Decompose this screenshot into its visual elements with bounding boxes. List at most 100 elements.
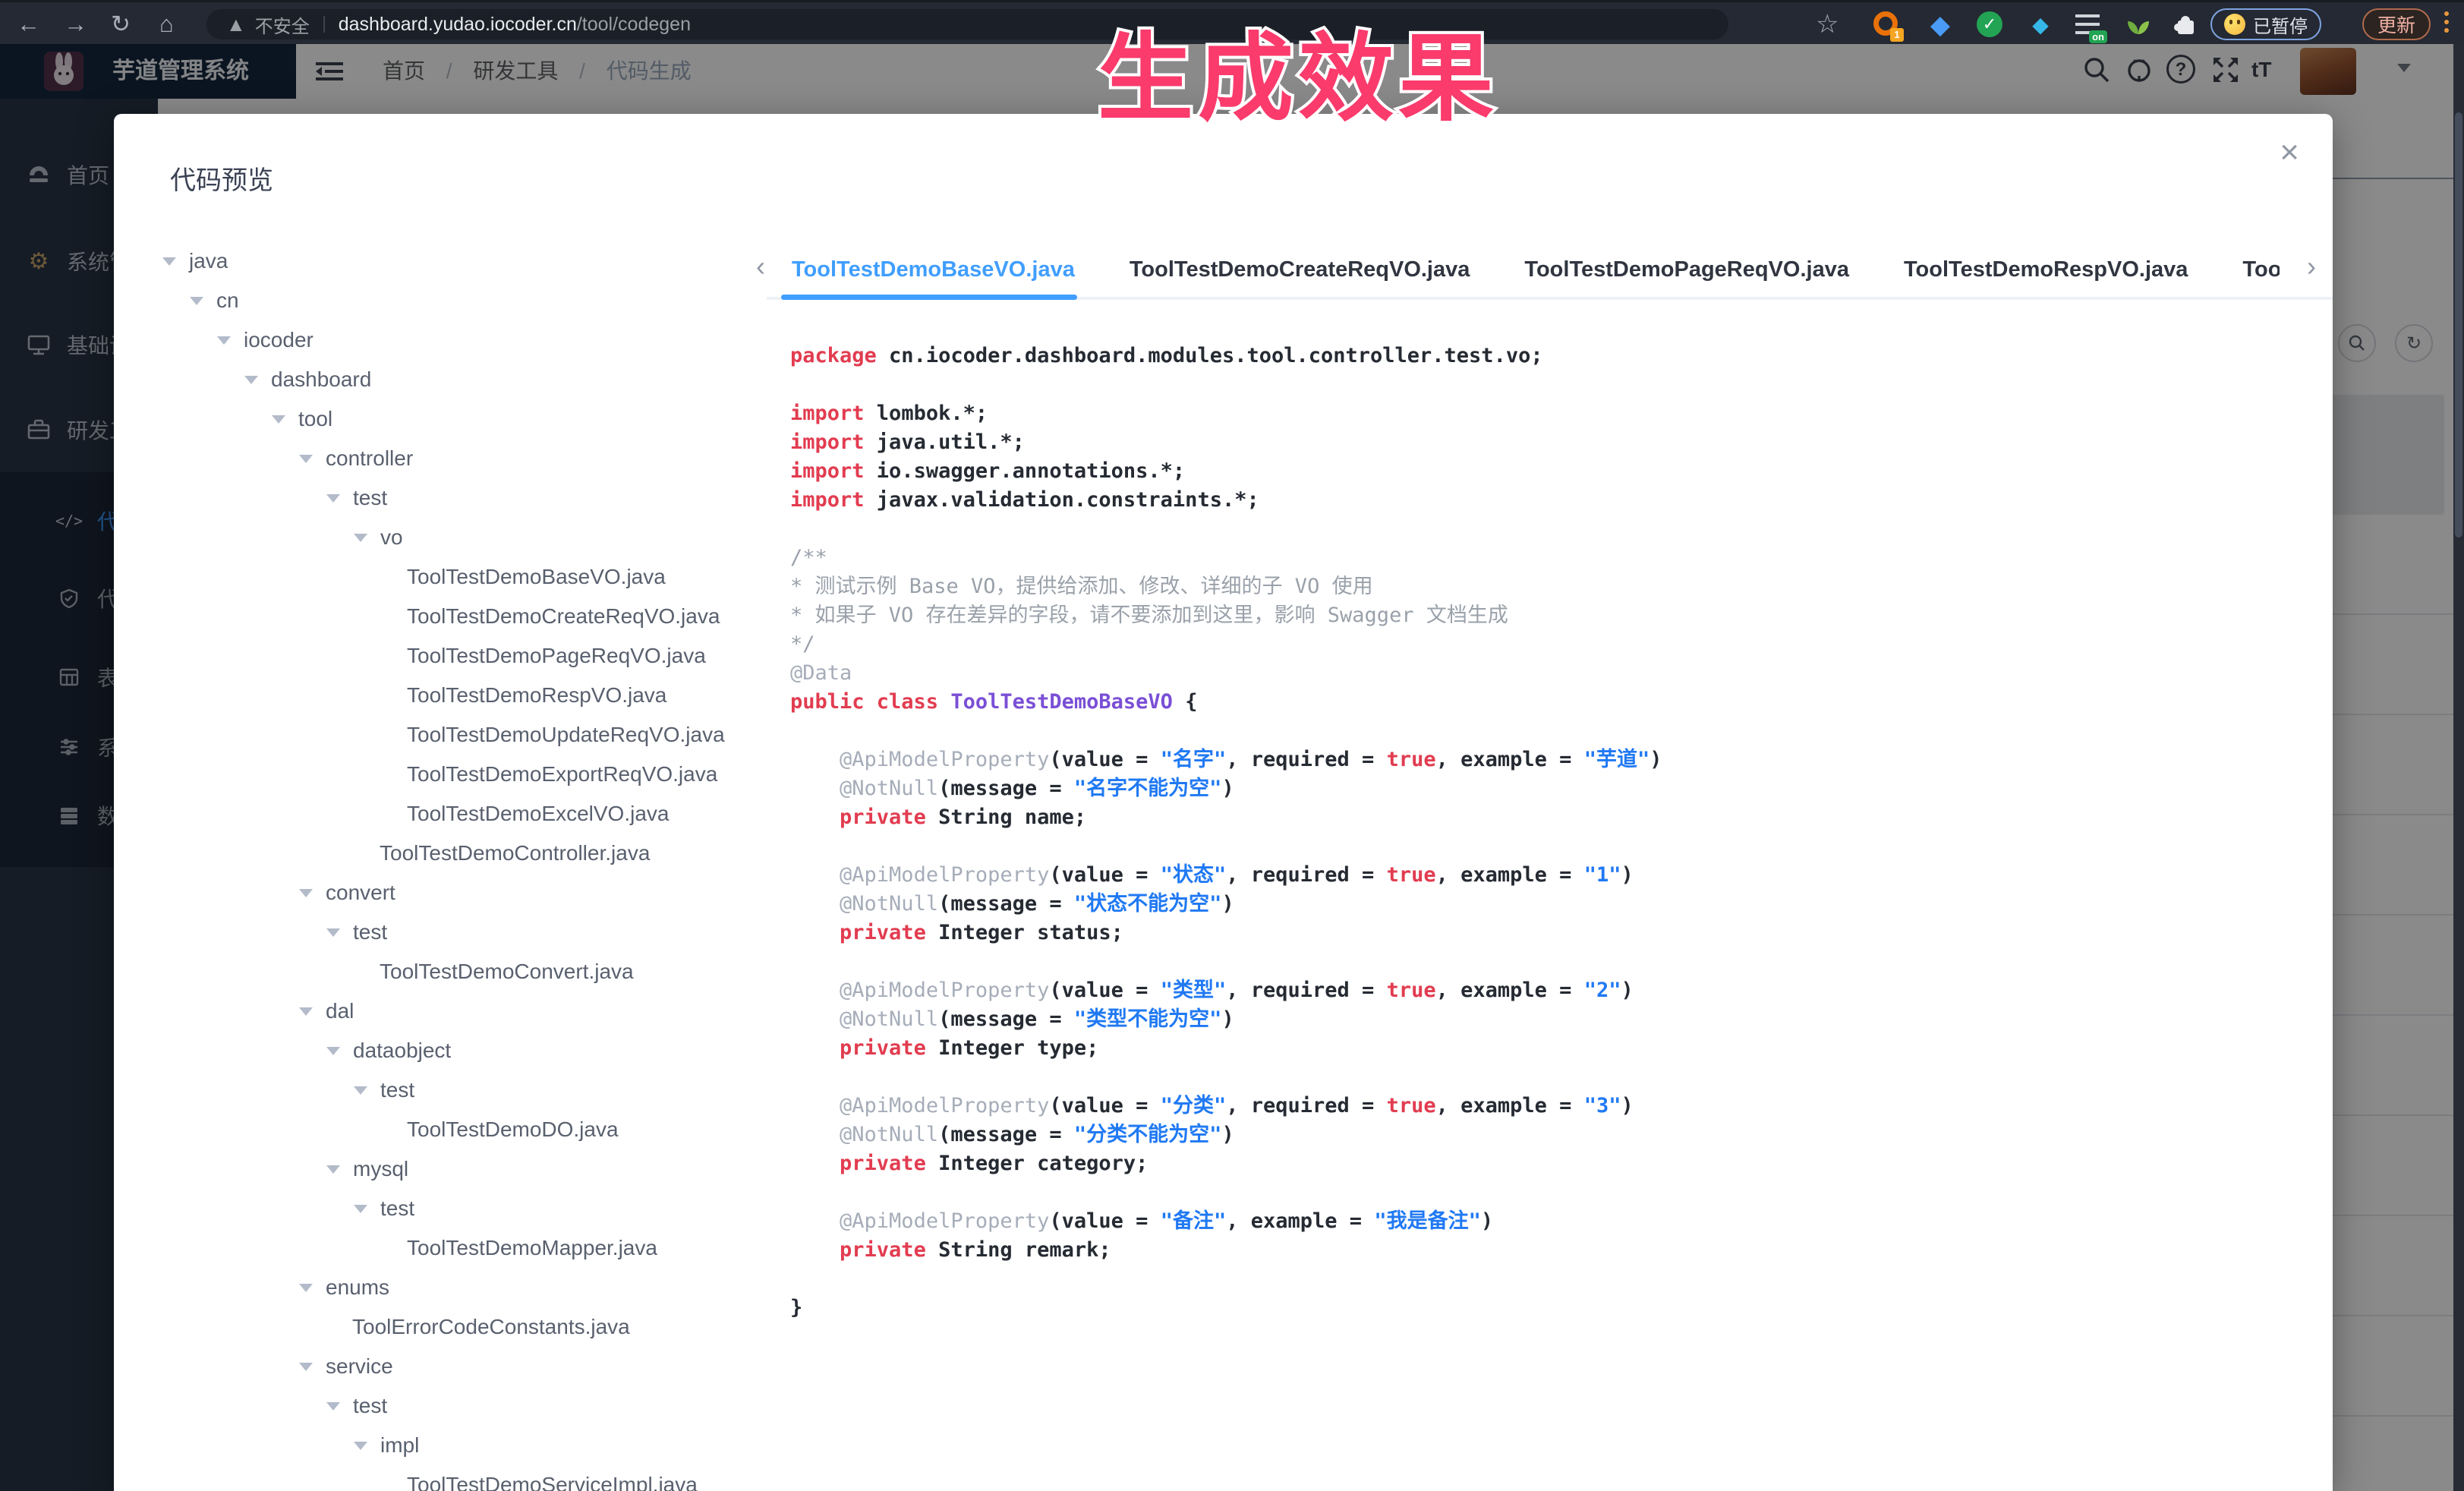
extension-ring-icon[interactable]: 1 xyxy=(1873,11,1901,39)
tab-file-0[interactable]: ToolTestDemoBaseVO.java xyxy=(792,257,1075,282)
tree-folder-test[interactable]: test xyxy=(114,1070,782,1110)
tree-folder-test[interactable]: test xyxy=(114,1386,782,1426)
tree-file-ToolTestDemoMapper.java[interactable]: ToolTestDemoMapper.java xyxy=(114,1228,782,1268)
browser-reload-icon[interactable]: ↻ xyxy=(111,2,131,46)
tree-file-ToolTestDemoServiceImpl.java[interactable]: ToolTestDemoServiceImpl.java xyxy=(114,1465,782,1491)
tab-file-3[interactable]: ToolTestDemoRespVO.java xyxy=(1904,257,2188,282)
annotation-text: 生成效果 xyxy=(934,2,1662,140)
tree-folder-enums[interactable]: enums xyxy=(114,1268,782,1307)
tree-node-label: test xyxy=(353,486,387,510)
tree-file-ToolTestDemoConvert.java[interactable]: ToolTestDemoConvert.java xyxy=(114,952,782,991)
tree-node-label: impl xyxy=(380,1433,419,1458)
browser-menu-icon[interactable] xyxy=(2444,11,2449,33)
tree-folder-java[interactable]: java xyxy=(114,241,782,281)
close-icon[interactable]: × xyxy=(2280,134,2299,172)
caret-down-icon[interactable] xyxy=(299,889,313,897)
code-line: import lombok.*; xyxy=(790,399,1662,428)
caret-down-icon[interactable] xyxy=(354,1442,367,1450)
tree-file-ToolTestDemoExportReqVO.java[interactable]: ToolTestDemoExportReqVO.java xyxy=(114,755,782,794)
caret-down-icon[interactable] xyxy=(244,376,258,384)
caret-down-icon[interactable] xyxy=(299,1284,313,1292)
code-line: import io.swagger.annotations.*; xyxy=(790,457,1662,486)
tree-folder-dataobject[interactable]: dataobject xyxy=(114,1031,782,1070)
code-line: @NotNull(message = "类型不能为空") xyxy=(790,1005,1662,1034)
caret-down-icon[interactable] xyxy=(354,1205,367,1213)
tree-folder-test[interactable]: test xyxy=(114,913,782,952)
tree-folder-tool[interactable]: tool xyxy=(114,399,782,439)
tree-file-ToolTestDemoPageReqVO.java[interactable]: ToolTestDemoPageReqVO.java xyxy=(114,636,782,676)
code-line: @Data xyxy=(790,659,1662,688)
caret-down-icon[interactable] xyxy=(190,297,203,305)
extension-check-icon[interactable]: ✓ xyxy=(1977,11,2004,39)
tree-file-ToolTestDemoDO.java[interactable]: ToolTestDemoDO.java xyxy=(114,1110,782,1149)
tree-folder-dashboard[interactable]: dashboard xyxy=(114,360,782,399)
tree-folder-test[interactable]: test xyxy=(114,478,782,518)
extension-plant-icon[interactable] xyxy=(2125,11,2153,39)
page-scrollbar[interactable] xyxy=(2453,44,2464,1491)
extension-list-icon[interactable]: on xyxy=(2075,11,2103,39)
scrollbar-thumb[interactable] xyxy=(2455,112,2462,537)
tree-file-ToolTestDemoCreateReqVO.java[interactable]: ToolTestDemoCreateReqVO.java xyxy=(114,597,782,636)
tree-folder-impl[interactable]: impl xyxy=(114,1426,782,1465)
caret-down-icon[interactable] xyxy=(326,1402,340,1411)
caret-down-icon[interactable] xyxy=(326,494,340,503)
screen: ← → ↻ ⌂ ▲ 不安全 dashboard.yudao.iocoder.cn… xyxy=(0,0,2464,1491)
browser-home-icon[interactable]: ⌂ xyxy=(159,2,174,46)
browser-forward-icon[interactable]: → xyxy=(64,2,87,46)
caret-down-icon[interactable] xyxy=(162,257,176,266)
file-tree: javacniocoder dashboard tool controller test… xyxy=(114,241,782,1491)
caret-down-icon[interactable] xyxy=(299,1007,313,1016)
code-line: @NotNull(message = "状态不能为空") xyxy=(790,890,1662,919)
browser-back-icon[interactable]: ← xyxy=(17,2,40,46)
caret-down-icon[interactable] xyxy=(354,534,367,542)
caret-down-icon[interactable] xyxy=(217,336,231,345)
caret-down-icon[interactable] xyxy=(326,1165,340,1174)
tree-file-ToolTestDemoRespVO.java[interactable]: ToolTestDemoRespVO.java xyxy=(114,676,782,715)
tree-folder-dal[interactable]: dal xyxy=(114,991,782,1031)
code-line: package cn.iocoder.dashboard.modules.too… xyxy=(790,342,1662,370)
tree-node-label: mysql xyxy=(353,1157,408,1181)
caret-down-icon[interactable] xyxy=(354,1086,367,1095)
caret-down-icon[interactable] xyxy=(299,1363,313,1371)
tree-folder-mysql[interactable]: mysql xyxy=(114,1149,782,1189)
tree-node-label: dashboard xyxy=(271,367,371,392)
tree-node-label: ToolErrorCodeConstants.java xyxy=(352,1315,630,1339)
tree-folder-convert[interactable]: convert xyxy=(114,873,782,913)
tree-folder-controller[interactable]: controller xyxy=(114,439,782,478)
code-line xyxy=(790,1178,1662,1207)
tree-folder-iocoder[interactable]: iocoder xyxy=(114,320,782,360)
tabs-scroll-right-icon[interactable]: › xyxy=(2307,251,2316,282)
caret-down-icon[interactable] xyxy=(326,928,340,937)
tab-file-4[interactable]: ToolTe xyxy=(2242,257,2280,282)
tree-file-ToolTestDemoUpdateReqVO.java[interactable]: ToolTestDemoUpdateReqVO.java xyxy=(114,715,782,755)
tree-folder-test[interactable]: test xyxy=(114,1189,782,1228)
tree-node-label: ToolTestDemoPageReqVO.java xyxy=(407,644,706,668)
tab-file-1[interactable]: ToolTestDemoCreateReqVO.java xyxy=(1130,257,1470,282)
tree-folder-service[interactable]: service xyxy=(114,1347,782,1386)
extension-pin-icon[interactable]: ◆ xyxy=(1927,11,1954,39)
tree-node-label: ToolTestDemoCreateReqVO.java xyxy=(407,604,720,629)
tree-file-ToolTestDemoExcelVO.java[interactable]: ToolTestDemoExcelVO.java xyxy=(114,794,782,834)
tree-file-ToolTestDemoBaseVO.java[interactable]: ToolTestDemoBaseVO.java xyxy=(114,557,782,597)
extension-gem-icon[interactable]: ◆ xyxy=(2027,11,2054,39)
bookmark-star-icon[interactable]: ☆ xyxy=(1816,2,1839,46)
tree-folder-vo[interactable]: vo xyxy=(114,518,782,557)
tabs-scroll-left-icon[interactable]: ‹ xyxy=(756,251,765,282)
url-path: /tool/codegen xyxy=(577,14,691,36)
caret-down-icon[interactable] xyxy=(272,415,285,424)
profile-paused-chip[interactable]: 已暂停 xyxy=(2210,8,2321,40)
tree-file-ToolErrorCodeConstants.java[interactable]: ToolErrorCodeConstants.java xyxy=(114,1307,782,1347)
tree-file-ToolTestDemoController.java[interactable]: ToolTestDemoController.java xyxy=(114,834,782,873)
code-line: @ApiModelProperty(value = "状态", required… xyxy=(790,861,1662,890)
not-secure-label: 不安全 xyxy=(255,11,310,38)
caret-down-icon[interactable] xyxy=(299,455,313,463)
browser-update-button[interactable]: 更新 xyxy=(2362,8,2431,40)
caret-down-icon[interactable] xyxy=(326,1047,340,1055)
tab-file-2[interactable]: ToolTestDemoPageReqVO.java xyxy=(1524,257,1849,282)
code-line: @NotNull(message = "名字不能为空") xyxy=(790,774,1662,803)
extensions-puzzle-icon[interactable] xyxy=(2173,11,2200,39)
tree-node-label: controller xyxy=(326,446,413,471)
update-label: 更新 xyxy=(2377,11,2415,38)
tree-folder-cn[interactable]: cn xyxy=(114,281,782,320)
code-line xyxy=(790,1265,1662,1294)
